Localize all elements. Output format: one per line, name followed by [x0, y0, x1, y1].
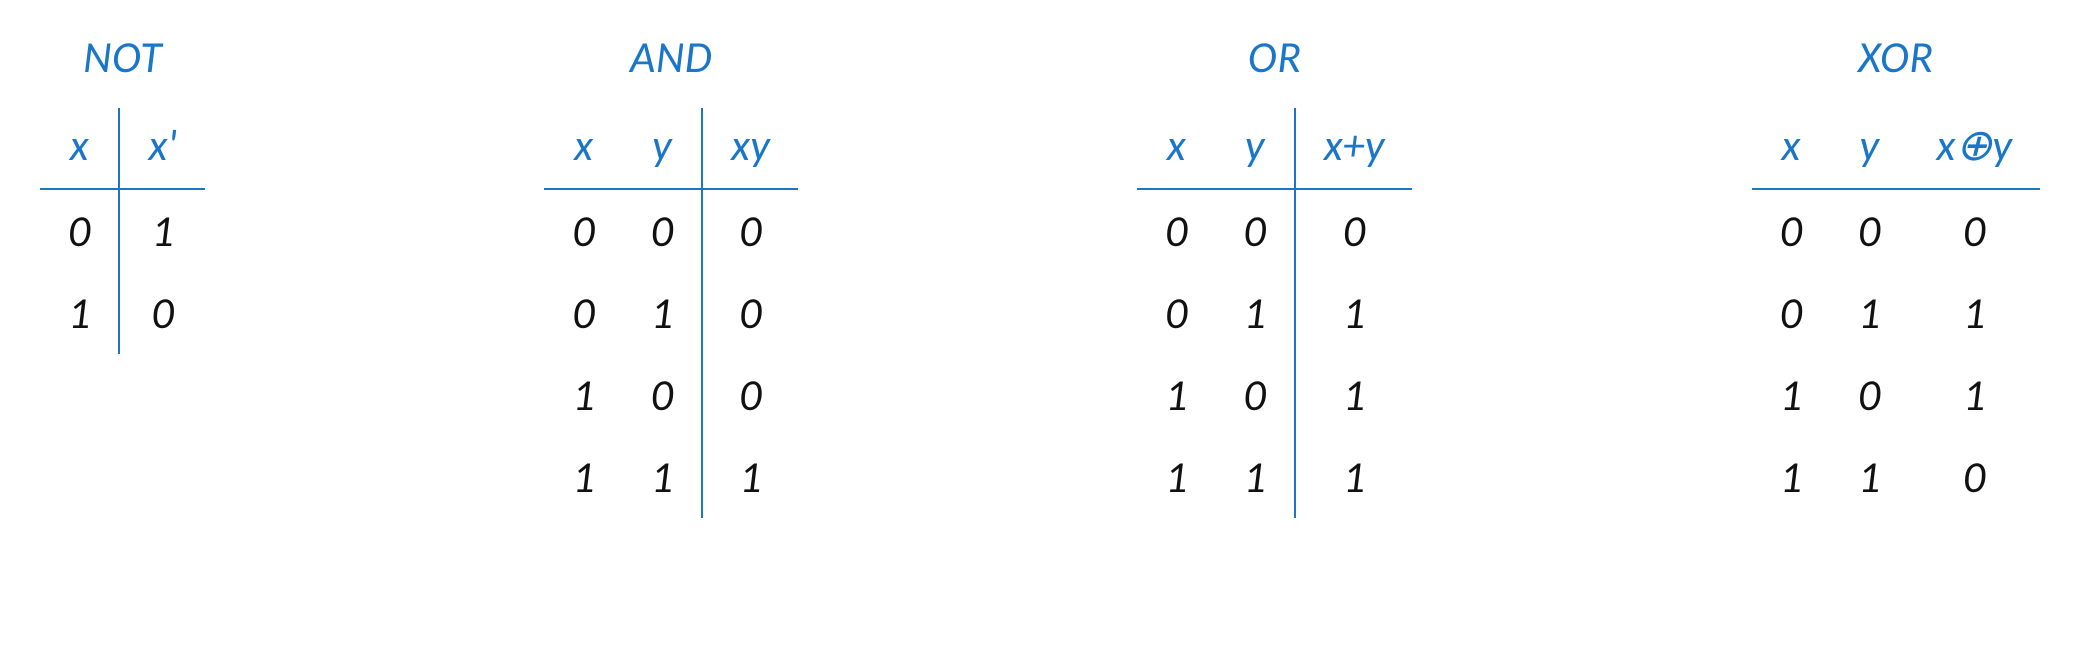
or-table-wrap: x y x+y 0 0 0 0 1 1 1 0 1	[1137, 108, 1412, 518]
table-row: 1 1 1	[1137, 436, 1412, 518]
not-table: x x' 0 1 1 0	[40, 108, 205, 354]
cell: 1	[1295, 272, 1413, 354]
col-header: x	[40, 108, 119, 189]
xor-title: XOR	[1858, 30, 1934, 84]
cell: 1	[1137, 354, 1215, 436]
cell: 1	[1830, 272, 1908, 354]
cell: 1	[119, 189, 205, 272]
xor-table-wrap: x y x⊕y 0 0 0 0 1 1 1 0 1	[1752, 108, 2040, 518]
cell: 1	[1752, 354, 1830, 436]
table-row: 0 0 0	[1137, 189, 1412, 272]
table-row: 1 1 1	[544, 436, 797, 518]
cell: 0	[544, 272, 622, 354]
cell: 0	[1830, 189, 1908, 272]
cell: 0	[623, 354, 702, 436]
cell: 0	[1752, 189, 1830, 272]
col-header: x	[1752, 108, 1830, 189]
or-title: OR	[1248, 30, 1302, 84]
cell: 0	[702, 272, 798, 354]
cell: 1	[623, 436, 702, 518]
col-header: x	[544, 108, 622, 189]
table-row: 1 0 0	[544, 354, 797, 436]
cell: 0	[1215, 189, 1294, 272]
col-header: x'	[119, 108, 205, 189]
not-table-wrap: x x' 0 1 1 0	[40, 108, 205, 354]
cell: 1	[544, 436, 622, 518]
table-header-row: x y x⊕y	[1752, 108, 2040, 189]
xor-block: XOR x y x⊕y 0 0 0 0 1 1 1	[1752, 30, 2040, 518]
or-block: OR x y x+y 0 0 0 0 1 1 1	[1137, 30, 1412, 518]
col-header: xy	[702, 108, 798, 189]
table-header-row: x y x+y	[1137, 108, 1412, 189]
cell: 1	[1908, 354, 2040, 436]
cell: 0	[702, 354, 798, 436]
and-table-wrap: x y xy 0 0 0 0 1 0 1 0 0	[544, 108, 797, 518]
table-row: 1 0	[40, 272, 205, 354]
not-block: NOT x x' 0 1 1 0	[40, 30, 205, 518]
cell: 0	[1215, 354, 1294, 436]
table-row: 1 0 1	[1752, 354, 2040, 436]
col-header: x	[1137, 108, 1215, 189]
cell: 0	[119, 272, 205, 354]
col-header: x+y	[1295, 108, 1413, 189]
cell: 0	[1830, 354, 1908, 436]
cell: 1	[1295, 354, 1413, 436]
cell: 1	[1137, 436, 1215, 518]
cell: 1	[40, 272, 119, 354]
table-row: 0 1 0	[544, 272, 797, 354]
table-row: 0 1 1	[1752, 272, 2040, 354]
cell: 0	[1908, 436, 2040, 518]
and-title: AND	[630, 30, 712, 84]
xor-table: x y x⊕y 0 0 0 0 1 1 1 0 1	[1752, 108, 2040, 518]
cell: 1	[1215, 272, 1294, 354]
cell: 0	[544, 189, 622, 272]
and-table: x y xy 0 0 0 0 1 0 1 0 0	[544, 108, 797, 518]
table-row: 0 0 0	[1752, 189, 2040, 272]
cell: 0	[1137, 189, 1215, 272]
cell: 0	[702, 189, 798, 272]
table-header-row: x x'	[40, 108, 205, 189]
cell: 1	[544, 354, 622, 436]
cell: 1	[1215, 436, 1294, 518]
col-header: y	[1215, 108, 1294, 189]
col-header: x⊕y	[1908, 108, 2040, 189]
or-table: x y x+y 0 0 0 0 1 1 1 0 1	[1137, 108, 1412, 518]
cell: 1	[1752, 436, 1830, 518]
cell: 1	[702, 436, 798, 518]
and-block: AND x y xy 0 0 0 0 1 0 1	[544, 30, 797, 518]
truth-tables-container: NOT x x' 0 1 1 0 AND	[40, 30, 2040, 518]
cell: 1	[623, 272, 702, 354]
cell: 0	[623, 189, 702, 272]
col-header: y	[1830, 108, 1908, 189]
table-row: 0 1 1	[1137, 272, 1412, 354]
cell: 1	[1908, 272, 2040, 354]
table-row: 0 1	[40, 189, 205, 272]
cell: 0	[40, 189, 119, 272]
cell: 0	[1295, 189, 1413, 272]
cell: 0	[1752, 272, 1830, 354]
table-row: 0 0 0	[544, 189, 797, 272]
cell: 0	[1137, 272, 1215, 354]
table-row: 1 1 0	[1752, 436, 2040, 518]
table-row: 1 0 1	[1137, 354, 1412, 436]
table-header-row: x y xy	[544, 108, 797, 189]
cell: 1	[1830, 436, 1908, 518]
not-title: NOT	[83, 30, 162, 84]
col-header: y	[623, 108, 702, 189]
cell: 0	[1908, 189, 2040, 272]
cell: 1	[1295, 436, 1413, 518]
